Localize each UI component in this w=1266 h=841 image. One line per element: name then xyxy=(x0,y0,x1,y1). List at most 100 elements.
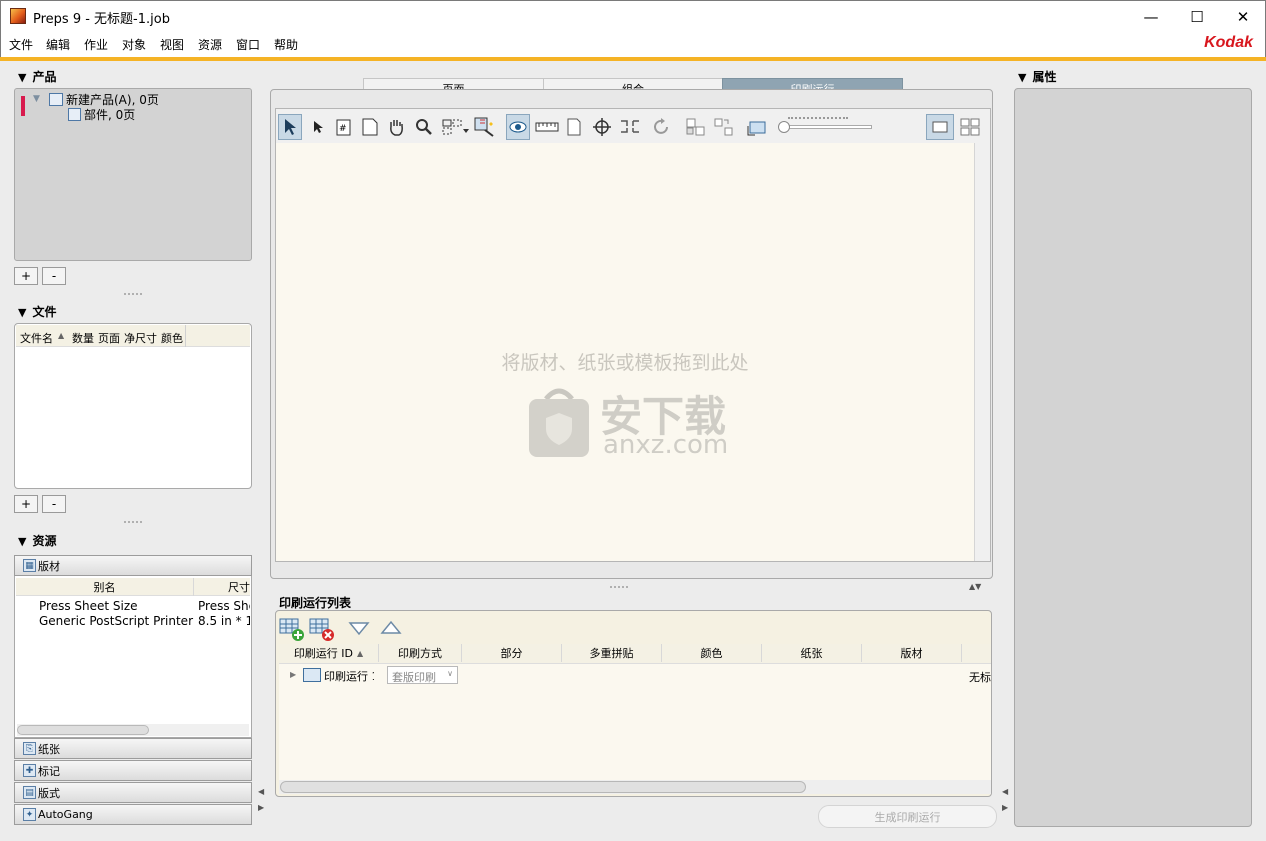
col-trim-size[interactable]: 净尺寸 xyxy=(124,330,157,346)
col-section[interactable]: 部分 xyxy=(462,644,562,662)
zoom-tool-icon[interactable] xyxy=(412,114,436,140)
preview-eye-icon[interactable] xyxy=(506,114,530,140)
paper-icon: ⎘ xyxy=(23,742,36,755)
move-down-icon[interactable] xyxy=(348,620,370,639)
layout-dropdown-icon[interactable] xyxy=(440,114,470,140)
menu-job[interactable]: 作业 xyxy=(84,36,108,53)
resources-header[interactable]: ▼ 资源 xyxy=(18,532,56,549)
section-marks-label: 标记 xyxy=(38,764,60,778)
remove-product-button[interactable]: - xyxy=(42,267,66,285)
menu-window[interactable]: 窗口 xyxy=(236,36,260,53)
splitter-handle[interactable] xyxy=(610,586,628,588)
generate-press-run-button[interactable]: 生成印刷运行 xyxy=(818,805,997,828)
section-autogang[interactable]: ✦ AutoGang xyxy=(14,804,252,825)
zoom-slider[interactable] xyxy=(780,125,872,129)
pointer-tool-icon[interactable] xyxy=(306,114,330,140)
watermark-bag-icon xyxy=(526,381,592,459)
files-title: 文件 xyxy=(32,305,57,319)
drop-canvas[interactable]: 将版材、纸张或模板拖到此处 安下载 anxz.com xyxy=(275,143,991,562)
menu-view[interactable]: 视图 xyxy=(160,36,184,53)
expand-triangle-icon[interactable]: ▼ xyxy=(33,94,40,104)
scroll-thumb[interactable] xyxy=(17,725,149,735)
crop-marks-icon[interactable] xyxy=(618,114,642,140)
press-run-row[interactable]: ▶ 印刷运行 1 套版印刷 ∨ 无标 xyxy=(279,665,991,687)
menu-file[interactable]: 文件 xyxy=(9,36,33,53)
close-button[interactable]: ✕ xyxy=(1220,1,1266,32)
vertical-scrollbar[interactable] xyxy=(974,143,990,561)
collapse-left-arrow-icon[interactable]: ◀ xyxy=(258,787,264,796)
col-run-id[interactable]: 印刷运行 ID ▲ xyxy=(279,644,379,662)
col-pages[interactable]: 页面 xyxy=(98,330,120,346)
horizontal-scrollbar[interactable] xyxy=(17,724,249,736)
col-run-id-label: 印刷运行 ID xyxy=(293,647,354,660)
split-toggle-arrows-icon[interactable]: ▲▼ xyxy=(969,582,981,591)
hand-tool-icon[interactable] xyxy=(384,114,408,140)
products-tree[interactable]: ▼ 新建产品(A), 0页 部件, 0页 xyxy=(14,88,252,261)
auto-impose-wand-icon[interactable] xyxy=(472,114,496,140)
section-plates[interactable]: ▦ 版材 xyxy=(14,555,252,576)
col-paper[interactable]: 纸张 xyxy=(762,644,862,662)
plate-row-1-size[interactable]: Press She xyxy=(198,599,250,613)
menu-edit[interactable]: 编辑 xyxy=(46,36,70,53)
col-size[interactable]: 尺寸 xyxy=(194,578,250,596)
zoom-slider-thumb[interactable] xyxy=(778,121,790,133)
minimize-button[interactable]: — xyxy=(1128,1,1174,32)
files-list[interactable]: 文件名 ▲ 数量 页面 净尺寸 颜色 xyxy=(14,323,252,489)
plates-table[interactable]: 别名 尺寸 Press Sheet Size Press She Generic… xyxy=(14,576,252,738)
rotate-icon[interactable] xyxy=(650,114,674,140)
align-icon[interactable] xyxy=(684,114,708,140)
ruler-icon[interactable] xyxy=(534,114,560,140)
blank-page-icon[interactable] xyxy=(562,114,586,140)
horizontal-scrollbar[interactable] xyxy=(279,780,991,794)
page-number-tool-icon[interactable]: # xyxy=(332,114,356,140)
plate-row-2-alias[interactable]: Generic PostScript Printer xyxy=(39,614,193,628)
move-up-icon[interactable] xyxy=(380,620,402,639)
fit-view-icon[interactable] xyxy=(745,114,769,140)
collapse-right-arrow-icon[interactable]: ▶ xyxy=(1002,803,1008,812)
menu-object[interactable]: 对象 xyxy=(122,36,146,53)
kodak-logo: Kodak xyxy=(1204,34,1253,51)
col-filename[interactable]: 文件名 xyxy=(20,330,53,346)
scroll-thumb[interactable] xyxy=(280,781,806,793)
crosshair-icon[interactable] xyxy=(590,114,614,140)
splitter-handle[interactable] xyxy=(124,521,142,523)
add-file-button[interactable]: + xyxy=(14,495,38,513)
delete-press-run-icon[interactable] xyxy=(309,616,335,642)
splitter-handle[interactable] xyxy=(124,293,142,295)
properties-title: 属性 xyxy=(1032,70,1057,84)
expand-left-arrow-icon[interactable]: ◀ xyxy=(1002,787,1008,796)
plate-row-2-size[interactable]: 8.5 in * 1 xyxy=(198,614,250,628)
select-tool-icon[interactable] xyxy=(278,114,302,140)
col-colors[interactable]: 颜色 xyxy=(662,644,762,662)
add-press-run-icon[interactable] xyxy=(279,616,305,642)
menu-help[interactable]: 帮助 xyxy=(274,36,298,53)
products-header[interactable]: ▼ 产品 xyxy=(18,68,56,85)
col-plate[interactable]: 版材 xyxy=(862,644,962,662)
col-color[interactable]: 颜色 xyxy=(161,330,183,346)
properties-header[interactable]: ▼ 属性 xyxy=(1018,68,1056,85)
section-styles[interactable]: ▤ 版式 xyxy=(14,782,252,803)
print-method-select[interactable]: 套版印刷 ∨ xyxy=(387,666,458,684)
col-print-method[interactable]: 印刷方式 xyxy=(379,644,462,662)
toolbar: # xyxy=(275,108,991,143)
col-quantity[interactable]: 数量 xyxy=(72,330,94,346)
section-marks[interactable]: ✚ 标记 xyxy=(14,760,252,781)
col-alias[interactable]: 别名 xyxy=(16,578,194,596)
page-tool-icon[interactable] xyxy=(358,114,382,140)
tree-item-part[interactable]: 部件, 0页 xyxy=(84,106,135,123)
col-multi-gang[interactable]: 多重拼贴 xyxy=(562,644,662,662)
add-product-button[interactable]: + xyxy=(14,267,38,285)
maximize-button[interactable]: ☐ xyxy=(1174,1,1220,32)
press-runs-table[interactable]: 印刷运行 ID ▲ 印刷方式 部分 多重拼贴 颜色 纸张 版材 ▶ 印刷运行 1 … xyxy=(279,644,991,794)
grid-view-icon[interactable] xyxy=(956,114,984,140)
distribute-icon[interactable] xyxy=(712,114,736,140)
plate-row-1-alias[interactable]: Press Sheet Size xyxy=(39,599,138,613)
menu-resources[interactable]: 资源 xyxy=(198,36,222,53)
files-header[interactable]: ▼ 文件 xyxy=(18,303,56,320)
expand-row-icon[interactable]: ▶ xyxy=(290,670,296,679)
single-view-icon[interactable] xyxy=(926,114,954,140)
expand-right-arrow-icon[interactable]: ▶ xyxy=(258,803,264,812)
properties-panel[interactable] xyxy=(1014,88,1252,827)
section-paper[interactable]: ⎘ 纸张 xyxy=(14,738,252,759)
remove-file-button[interactable]: - xyxy=(42,495,66,513)
